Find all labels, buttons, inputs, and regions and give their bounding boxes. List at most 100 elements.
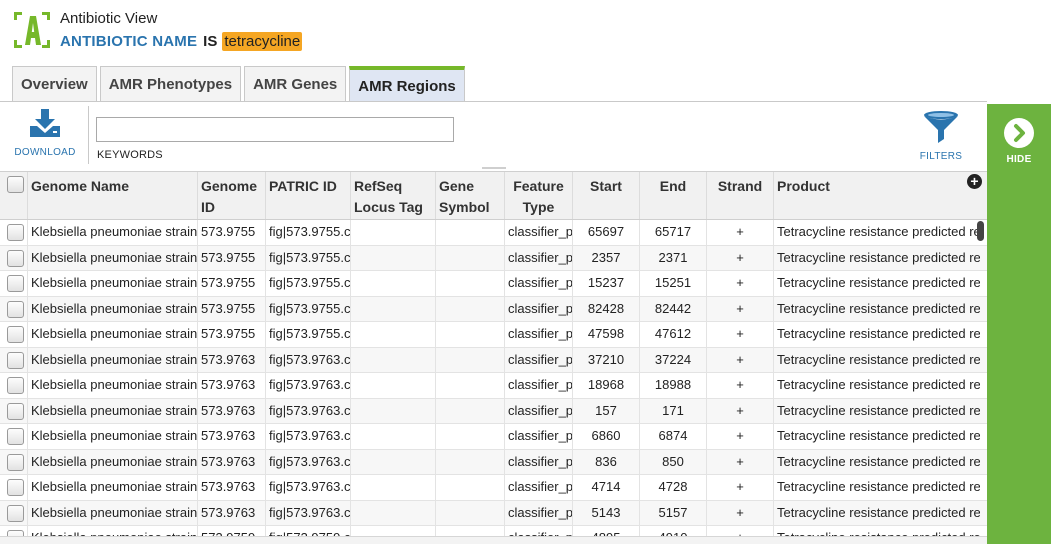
download-button[interactable]: DOWNLOAD bbox=[12, 108, 78, 158]
table-cell: fig|573.9755.c bbox=[266, 245, 351, 270]
table-row[interactable]: Klebsiella pneumoniae strain 573.9755 fig|… bbox=[0, 296, 987, 322]
table-cell: classifier_p bbox=[505, 398, 573, 423]
table-cell: 47612 bbox=[640, 322, 707, 347]
select-all-cell bbox=[0, 172, 28, 219]
table-cell: Tetracycline resistance predicted re bbox=[777, 300, 980, 316]
table-row[interactable]: Klebsiella pneumoniae strain 573.9763 fig|… bbox=[0, 373, 987, 399]
filters-button[interactable]: FILTERS bbox=[918, 110, 964, 162]
table-cell bbox=[436, 373, 505, 398]
amr-regions-grid: Genome Name Genome ID PATRIC ID RefSeq L… bbox=[0, 171, 987, 540]
table-cell bbox=[351, 398, 436, 423]
table-cell: classifier_p bbox=[505, 245, 573, 270]
column-header[interactable]: Genome ID bbox=[198, 172, 266, 219]
column-header[interactable]: Feature Type bbox=[505, 172, 573, 219]
hide-filter-panel-button[interactable]: HIDE bbox=[987, 104, 1051, 544]
row-checkbox[interactable] bbox=[7, 249, 24, 267]
row-checkbox[interactable] bbox=[7, 377, 24, 394]
table-cell: classifier_p bbox=[505, 296, 573, 321]
row-checkbox[interactable] bbox=[7, 300, 24, 318]
table-cell: Klebsiella pneumoniae strain bbox=[28, 424, 198, 449]
row-select-cell bbox=[0, 449, 28, 474]
row-checkbox[interactable] bbox=[7, 224, 24, 241]
grid-horizontal-scrollbar[interactable] bbox=[0, 536, 987, 544]
table-cell: 5157 bbox=[640, 500, 707, 525]
table-cell: classifier_p bbox=[505, 475, 573, 500]
table-row[interactable]: Klebsiella pneumoniae strain 573.9763 fig|… bbox=[0, 475, 987, 501]
table-row[interactable]: Klebsiella pneumoniae strain 573.9755 fig|… bbox=[0, 271, 987, 297]
table-cell: Tetracycline resistance predicted re bbox=[777, 224, 980, 239]
row-checkbox[interactable] bbox=[7, 326, 24, 343]
table-cell: Tetracycline resistance predicted re bbox=[777, 453, 980, 469]
table-cell: 573.9755 bbox=[198, 245, 266, 270]
table-cell: 4728 bbox=[640, 475, 707, 500]
table-cell: Tetracycline resistance predicted re bbox=[777, 377, 980, 392]
grid-scrollbar-thumb[interactable] bbox=[977, 221, 984, 241]
tab-overview[interactable]: Overview bbox=[12, 66, 97, 102]
table-cell: fig|573.9763.c bbox=[266, 475, 351, 500]
table-cell: 573.9755 bbox=[198, 271, 266, 296]
row-checkbox[interactable] bbox=[7, 402, 24, 420]
row-checkbox[interactable] bbox=[7, 453, 24, 471]
table-cell: 37210 bbox=[573, 347, 640, 372]
panel-splitter-handle[interactable] bbox=[482, 167, 506, 169]
table-cell: 573.9763 bbox=[198, 449, 266, 474]
column-header[interactable]: PATRIC ID bbox=[266, 172, 351, 219]
table-cell bbox=[351, 424, 436, 449]
table-cell: 850 bbox=[640, 449, 707, 474]
table-cell: Klebsiella pneumoniae strain bbox=[28, 475, 198, 500]
tab-amr-regions[interactable]: AMR Regions bbox=[349, 66, 465, 102]
view-title: Antibiotic View bbox=[60, 10, 158, 27]
row-checkbox[interactable] bbox=[7, 504, 24, 522]
add-column-icon[interactable]: + bbox=[967, 174, 982, 189]
tab-amr-genes[interactable]: AMR Genes bbox=[244, 66, 347, 102]
table-cell: + bbox=[707, 271, 774, 296]
column-header[interactable]: Strand bbox=[707, 172, 774, 219]
table-cell bbox=[436, 322, 505, 347]
tab-amr-phenotypes[interactable]: AMR Phenotypes bbox=[99, 66, 242, 102]
grid-header: Genome Name Genome ID PATRIC ID RefSeq L… bbox=[0, 171, 987, 220]
table-cell: Tetracycline resistance predicted re bbox=[777, 504, 980, 520]
table-cell bbox=[436, 245, 505, 270]
table-cell: 836 bbox=[573, 449, 640, 474]
table-row[interactable]: Klebsiella pneumoniae strain 573.9763 fig|… bbox=[0, 449, 987, 475]
select-all-checkbox[interactable] bbox=[7, 176, 24, 193]
table-cell: Tetracycline resistance predicted re bbox=[777, 479, 980, 494]
table-cell: 157 bbox=[573, 398, 640, 423]
row-checkbox[interactable] bbox=[7, 479, 24, 496]
keywords-input[interactable] bbox=[96, 117, 454, 142]
column-header[interactable]: Start bbox=[573, 172, 640, 219]
column-header[interactable]: Gene Symbol bbox=[436, 172, 505, 219]
table-row[interactable]: Klebsiella pneumoniae strain 573.9755 fig|… bbox=[0, 220, 987, 246]
table-cell: 573.9763 bbox=[198, 373, 266, 398]
row-checkbox[interactable] bbox=[7, 275, 24, 292]
table-row[interactable]: Klebsiella pneumoniae strain 573.9755 fig|… bbox=[0, 322, 987, 348]
row-select-cell bbox=[0, 475, 28, 500]
table-row[interactable]: Klebsiella pneumoniae strain 573.9763 fig|… bbox=[0, 424, 987, 450]
table-cell: Tetracycline resistance predicted re bbox=[777, 275, 980, 290]
table-cell: fig|573.9755.c bbox=[266, 271, 351, 296]
column-header[interactable]: End bbox=[640, 172, 707, 219]
column-header[interactable]: Genome Name bbox=[28, 172, 198, 219]
table-row[interactable]: Klebsiella pneumoniae strain 573.9763 fig|… bbox=[0, 500, 987, 526]
table-row[interactable]: Klebsiella pneumoniae strain 573.9755 fig|… bbox=[0, 245, 987, 271]
table-row[interactable]: Klebsiella pneumoniae strain 573.9763 fig|… bbox=[0, 398, 987, 424]
column-header[interactable]: Product bbox=[774, 172, 980, 219]
table-cell bbox=[351, 271, 436, 296]
table-cell: Klebsiella pneumoniae strain bbox=[28, 296, 198, 321]
table-cell: Tetracycline resistance predicted re bbox=[777, 428, 980, 443]
table-cell: 573.9755 bbox=[198, 296, 266, 321]
toolbar-separator bbox=[88, 106, 89, 164]
table-cell bbox=[351, 500, 436, 525]
row-checkbox[interactable] bbox=[7, 428, 24, 445]
table-cell: + bbox=[707, 398, 774, 423]
row-checkbox[interactable] bbox=[7, 351, 24, 369]
filters-label: FILTERS bbox=[919, 151, 963, 162]
table-cell: 573.9763 bbox=[198, 475, 266, 500]
table-cell: + bbox=[707, 449, 774, 474]
table-row[interactable]: Klebsiella pneumoniae strain 573.9763 fig|… bbox=[0, 347, 987, 373]
column-header[interactable]: RefSeq Locus Tag bbox=[351, 172, 436, 219]
table-cell: Tetracycline resistance predicted re bbox=[777, 351, 980, 367]
table-cell: + bbox=[707, 373, 774, 398]
table-cell: + bbox=[707, 296, 774, 321]
antibiotic-name-key: ANTIBIOTIC NAME bbox=[60, 33, 198, 50]
